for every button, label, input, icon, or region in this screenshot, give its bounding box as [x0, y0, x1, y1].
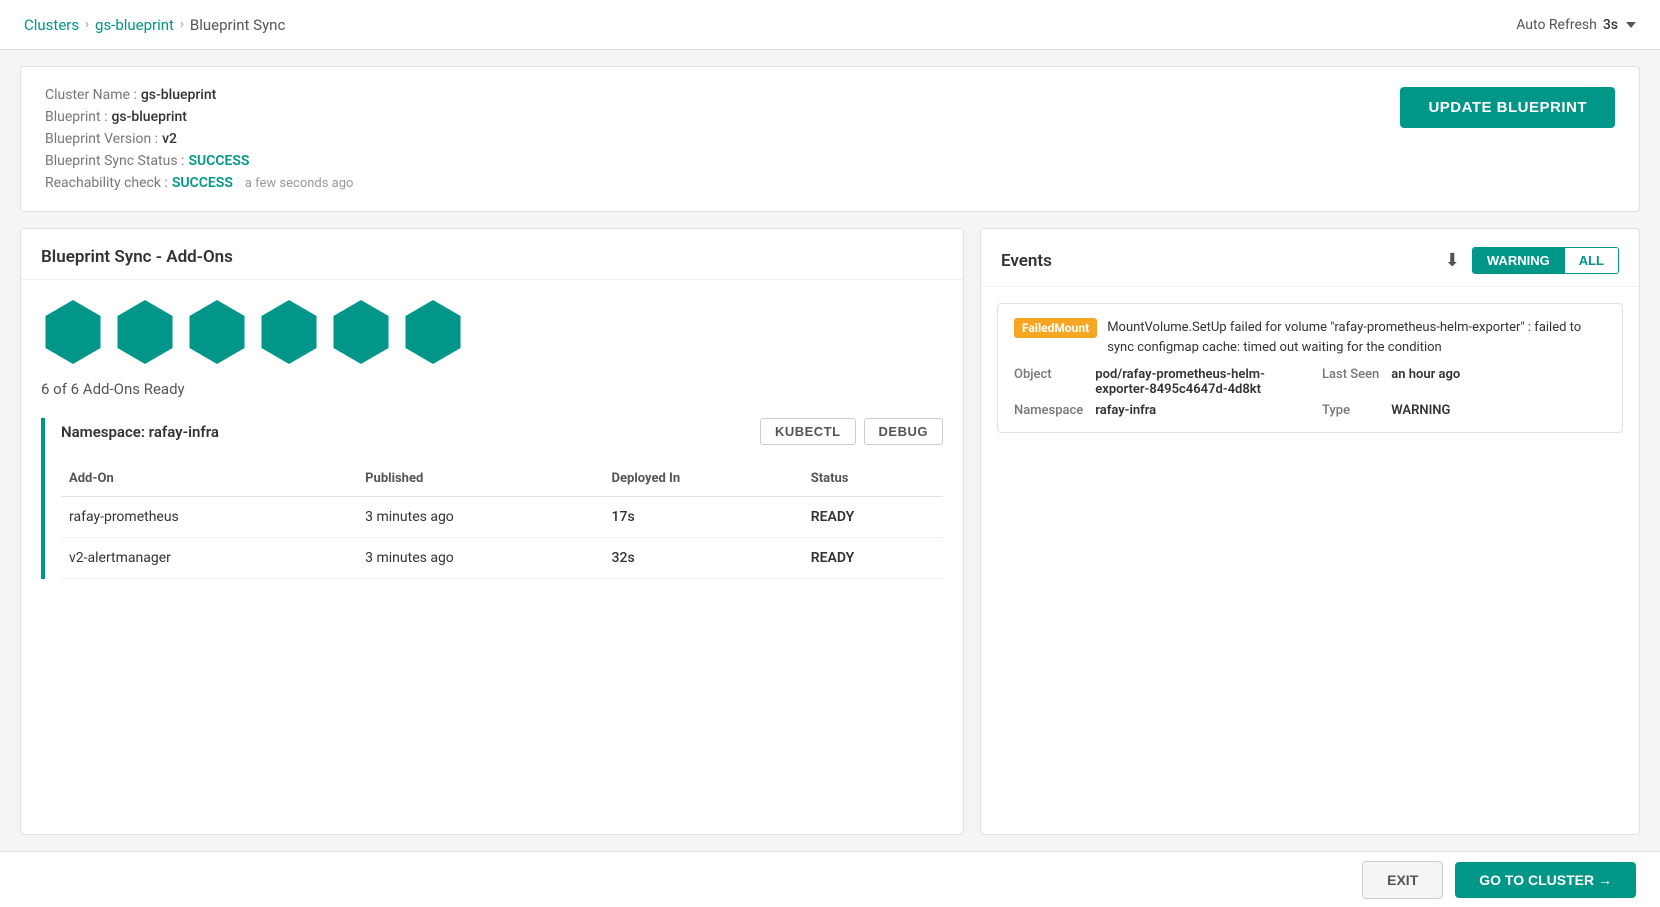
namespace-header: Namespace: rafay-infra KUBECTL DEBUG [61, 418, 943, 445]
goto-cluster-button[interactable]: GO TO CLUSTER → [1455, 862, 1636, 898]
left-panel-body: 6 of 6 Add-Ons Ready Namespace: rafay-in… [21, 280, 963, 834]
breadcrumb-sep1: › [85, 17, 89, 32]
breadcrumb-sep2: › [180, 17, 184, 32]
event-card: FailedMount MountVolume.SetUp failed for… [997, 303, 1623, 433]
namespace-title: Namespace: rafay-infra [61, 423, 219, 441]
bottom-bar: EXIT GO TO CLUSTER → [0, 851, 1660, 907]
breadcrumb-blueprint[interactable]: gs-blueprint [95, 16, 174, 34]
cell-deployed-1[interactable]: 32s [604, 538, 803, 579]
events-title: Events [1001, 251, 1052, 271]
kubectl-button[interactable]: KUBECTL [760, 418, 856, 445]
exit-button[interactable]: EXIT [1362, 861, 1443, 899]
blueprint-version-row: Blueprint Version : v2 [45, 131, 353, 147]
filter-tab-warning[interactable]: WARNING [1473, 248, 1564, 273]
topbar: Clusters › gs-blueprint › Blueprint Sync… [0, 0, 1660, 50]
hexagon-6 [401, 300, 465, 364]
cell-addon-1: v2-alertmanager [61, 538, 357, 579]
cell-published-0: 3 minutes ago [357, 497, 603, 538]
update-blueprint-button[interactable]: UPDATE BLUEPRINT [1400, 87, 1615, 128]
events-controls: ⬇ WARNING ALL [1445, 247, 1619, 274]
event-badge: FailedMount [1014, 318, 1097, 338]
reachability-check-row: Reachability check : SUCCESS a few secon… [45, 175, 353, 191]
blueprint-value: gs-blueprint [111, 109, 186, 125]
cell-status-1: READY [803, 538, 943, 579]
hexagon-5 [329, 300, 393, 364]
info-fields: Cluster Name : gs-blueprint Blueprint : … [45, 87, 353, 191]
info-card: Cluster Name : gs-blueprint Blueprint : … [20, 66, 1640, 212]
type-value: WARNING [1391, 403, 1606, 418]
col-header-status: Status [803, 461, 943, 497]
hexagons-row [41, 300, 943, 364]
panels: Blueprint Sync - Add-Ons 6 of 6 Add-Ons … [20, 228, 1640, 835]
cluster-name-row: Cluster Name : gs-blueprint [45, 87, 353, 103]
cluster-name-label: Cluster Name : [45, 87, 137, 103]
col-header-deployed: Deployed In [604, 461, 803, 497]
namespace-value: rafay-infra [1095, 403, 1310, 418]
namespace-buttons: KUBECTL DEBUG [760, 418, 943, 445]
event-message: MountVolume.SetUp failed for volume "raf… [1107, 318, 1606, 357]
cell-status-0: READY [803, 497, 943, 538]
table-row: v2-alertmanager 3 minutes ago 32s READY [61, 538, 943, 579]
cluster-name-value: gs-blueprint [141, 87, 216, 103]
right-panel-header: Events ⬇ WARNING ALL [981, 229, 1639, 287]
table-row: rafay-prometheus 3 minutes ago 17s READY [61, 497, 943, 538]
cell-deployed-0[interactable]: 17s [604, 497, 803, 538]
cell-published-1: 3 minutes ago [357, 538, 603, 579]
col-header-published: Published [357, 461, 603, 497]
blueprint-version-label: Blueprint Version : [45, 131, 158, 147]
type-label: Type [1322, 403, 1379, 418]
debug-button[interactable]: DEBUG [864, 418, 943, 445]
chevron-down-icon[interactable] [1626, 22, 1636, 28]
addon-table: Add-On Published Deployed In Status rafa… [61, 461, 943, 579]
breadcrumb-clusters[interactable]: Clusters [24, 16, 79, 34]
right-panel-body: FailedMount MountVolume.SetUp failed for… [981, 287, 1639, 834]
blueprint-sync-status-label: Blueprint Sync Status : [45, 153, 184, 169]
reachability-time: a few seconds ago [245, 176, 354, 191]
reachability-check-value: SUCCESS [172, 175, 233, 191]
filter-tabs: WARNING ALL [1472, 247, 1619, 274]
left-panel-title: Blueprint Sync - Add-Ons [21, 229, 963, 280]
col-header-addon: Add-On [61, 461, 357, 497]
hexagon-2 [113, 300, 177, 364]
hexagon-4 [257, 300, 321, 364]
hexagon-3 [185, 300, 249, 364]
cell-addon-0: rafay-prometheus [61, 497, 357, 538]
blueprint-version-value: v2 [162, 131, 177, 147]
addons-ready-text: 6 of 6 Add-Ons Ready [41, 380, 943, 398]
auto-refresh-label: Auto Refresh [1516, 17, 1597, 33]
right-panel: Events ⬇ WARNING ALL FailedMount MountVo… [980, 228, 1640, 835]
reachability-check-label: Reachability check : [45, 175, 168, 191]
blueprint-label: Blueprint : [45, 109, 107, 125]
breadcrumb: Clusters › gs-blueprint › Blueprint Sync [24, 16, 285, 34]
main-content: Cluster Name : gs-blueprint Blueprint : … [0, 50, 1660, 851]
auto-refresh-value: 3s [1603, 17, 1618, 33]
breadcrumb-current: Blueprint Sync [190, 16, 285, 34]
left-panel: Blueprint Sync - Add-Ons 6 of 6 Add-Ons … [20, 228, 964, 835]
blueprint-sync-status-value: SUCCESS [188, 153, 249, 169]
event-details: Object pod/rafay-prometheus-helm-exporte… [1014, 367, 1606, 418]
auto-refresh[interactable]: Auto Refresh 3s [1516, 17, 1636, 33]
blueprint-sync-status-row: Blueprint Sync Status : SUCCESS [45, 153, 353, 169]
namespace-label: Namespace [1014, 403, 1083, 418]
blueprint-row: Blueprint : gs-blueprint [45, 109, 353, 125]
event-top: FailedMount MountVolume.SetUp failed for… [1014, 318, 1606, 357]
object-value: pod/rafay-prometheus-helm-exporter-8495c… [1095, 367, 1310, 397]
hexagon-1 [41, 300, 105, 364]
last-seen-value: an hour ago [1391, 367, 1606, 397]
download-icon[interactable]: ⬇ [1445, 250, 1460, 271]
namespace-section: Namespace: rafay-infra KUBECTL DEBUG Add… [41, 418, 943, 579]
table-header-row: Add-On Published Deployed In Status [61, 461, 943, 497]
filter-tab-all[interactable]: ALL [1565, 248, 1618, 273]
last-seen-label: Last Seen [1322, 367, 1379, 397]
object-label: Object [1014, 367, 1083, 397]
